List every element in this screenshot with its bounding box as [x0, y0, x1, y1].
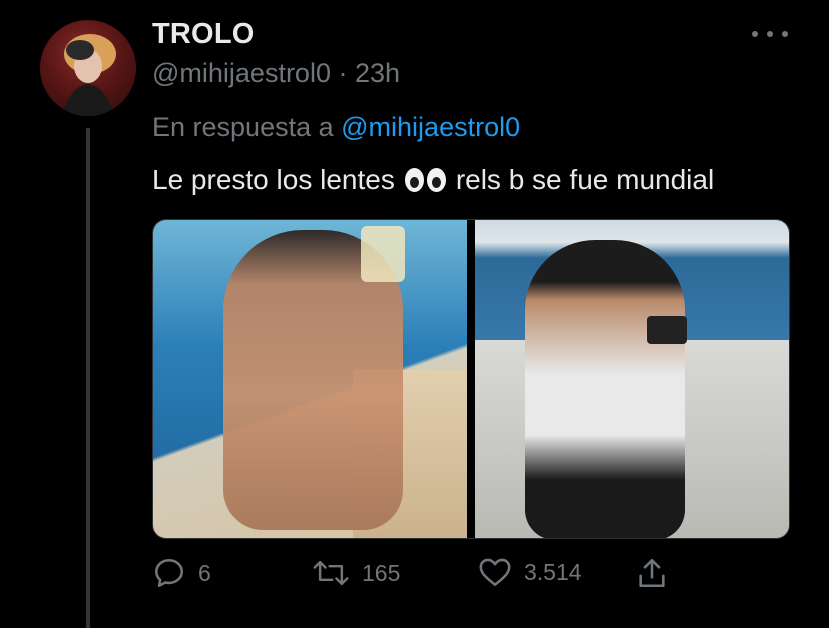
retweet-icon	[312, 556, 350, 590]
thread-line	[86, 128, 90, 628]
like-button[interactable]: 3.514	[478, 556, 582, 588]
handle-row: @mihijaestrol0 · 23h	[152, 58, 400, 89]
media-photo-1[interactable]	[153, 220, 467, 538]
like-count: 3.514	[524, 558, 582, 585]
reply-prefix: En respuesta a	[152, 112, 334, 142]
reply-button[interactable]: 6	[152, 556, 211, 590]
reply-context: En respuesta a @mihijaestrol0	[152, 112, 520, 143]
reply-mention-link[interactable]: @mihijaestrol0	[341, 112, 520, 142]
retweet-button[interactable]: 165	[312, 556, 400, 590]
tweet-text: Le presto los lentes rels b se fue mundi…	[152, 164, 714, 196]
share-icon	[636, 556, 668, 590]
handle[interactable]: @mihijaestrol0	[152, 58, 331, 88]
reply-count: 6	[198, 559, 211, 586]
reply-icon	[152, 556, 186, 590]
separator: ·	[338, 58, 348, 88]
eyes-emoji-icon	[404, 168, 446, 192]
action-bar: 6 165 3.514	[152, 556, 792, 592]
media-grid	[152, 219, 790, 539]
avatar[interactable]	[40, 20, 136, 116]
display-name[interactable]: TROLO	[152, 18, 255, 51]
more-options-icon[interactable]	[752, 22, 788, 46]
tweet-text-before: Le presto los lentes	[152, 164, 395, 195]
timestamp[interactable]: 23h	[355, 58, 400, 88]
media-photo-2[interactable]	[475, 220, 789, 538]
heart-icon	[478, 556, 512, 588]
retweet-count: 165	[362, 559, 401, 586]
tweet-text-after: rels b se fue mundial	[455, 164, 715, 195]
share-button[interactable]	[636, 556, 668, 590]
